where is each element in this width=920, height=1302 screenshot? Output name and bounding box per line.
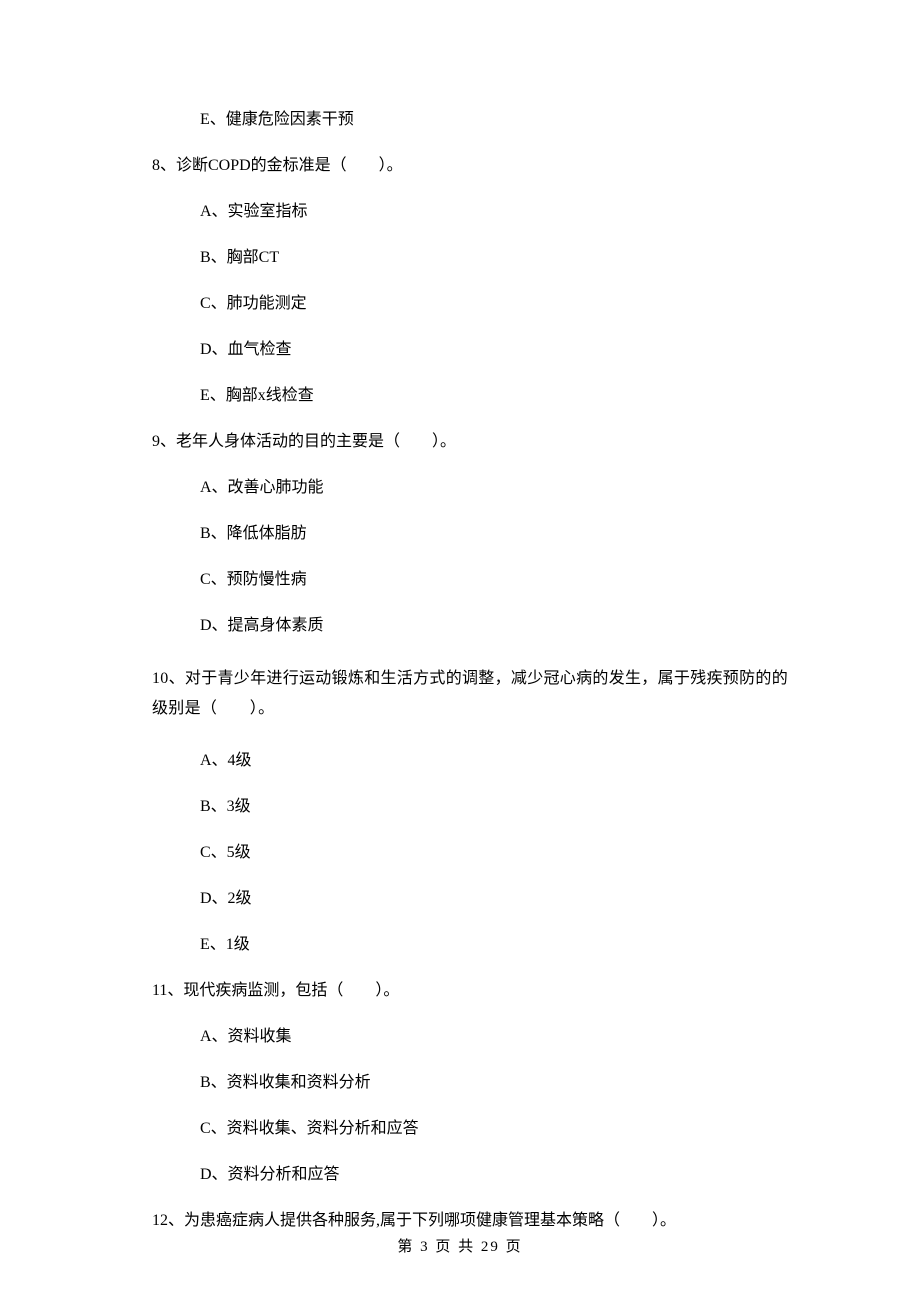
option-8d: D、血气检查 bbox=[152, 342, 788, 358]
page-footer: 第 3 页 共 29 页 bbox=[0, 1235, 920, 1256]
option-10e: E、1级 bbox=[152, 937, 788, 953]
question-10: 10、对于青少年进行运动锻炼和生活方式的调整，减少冠心病的发生，属于残疾预防的的… bbox=[152, 664, 788, 723]
option-7e: E、健康危险因素干预 bbox=[152, 112, 788, 128]
option-8b: B、胸部CT bbox=[152, 250, 788, 266]
option-9b: B、降低体脂肪 bbox=[152, 526, 788, 542]
option-9c: C、预防慢性病 bbox=[152, 572, 788, 588]
option-10b: B、3级 bbox=[152, 799, 788, 815]
option-9a: A、改善心肺功能 bbox=[152, 480, 788, 496]
question-9: 9、老年人身体活动的目的主要是（ ）。 bbox=[152, 434, 788, 450]
page-content: E、健康危险因素干预 8、诊断COPD的金标准是（ ）。 A、实验室指标 B、胸… bbox=[0, 0, 920, 1229]
option-9d: D、提高身体素质 bbox=[152, 618, 788, 634]
option-8c: C、肺功能测定 bbox=[152, 296, 788, 312]
question-12: 12、为患癌症病人提供各种服务,属于下列哪项健康管理基本策略（ ）。 bbox=[152, 1213, 788, 1229]
option-11c: C、资料收集、资料分析和应答 bbox=[152, 1121, 788, 1137]
question-11: 11、现代疾病监测，包括（ ）。 bbox=[152, 983, 788, 999]
option-10d: D、2级 bbox=[152, 891, 788, 907]
option-8a: A、实验室指标 bbox=[152, 204, 788, 220]
option-10a: A、4级 bbox=[152, 753, 788, 769]
option-10c: C、5级 bbox=[152, 845, 788, 861]
option-11b: B、资料收集和资料分析 bbox=[152, 1075, 788, 1091]
option-8e: E、胸部x线检查 bbox=[152, 388, 788, 404]
option-11d: D、资料分析和应答 bbox=[152, 1167, 788, 1183]
option-11a: A、资料收集 bbox=[152, 1029, 788, 1045]
question-8: 8、诊断COPD的金标准是（ ）。 bbox=[152, 158, 788, 174]
